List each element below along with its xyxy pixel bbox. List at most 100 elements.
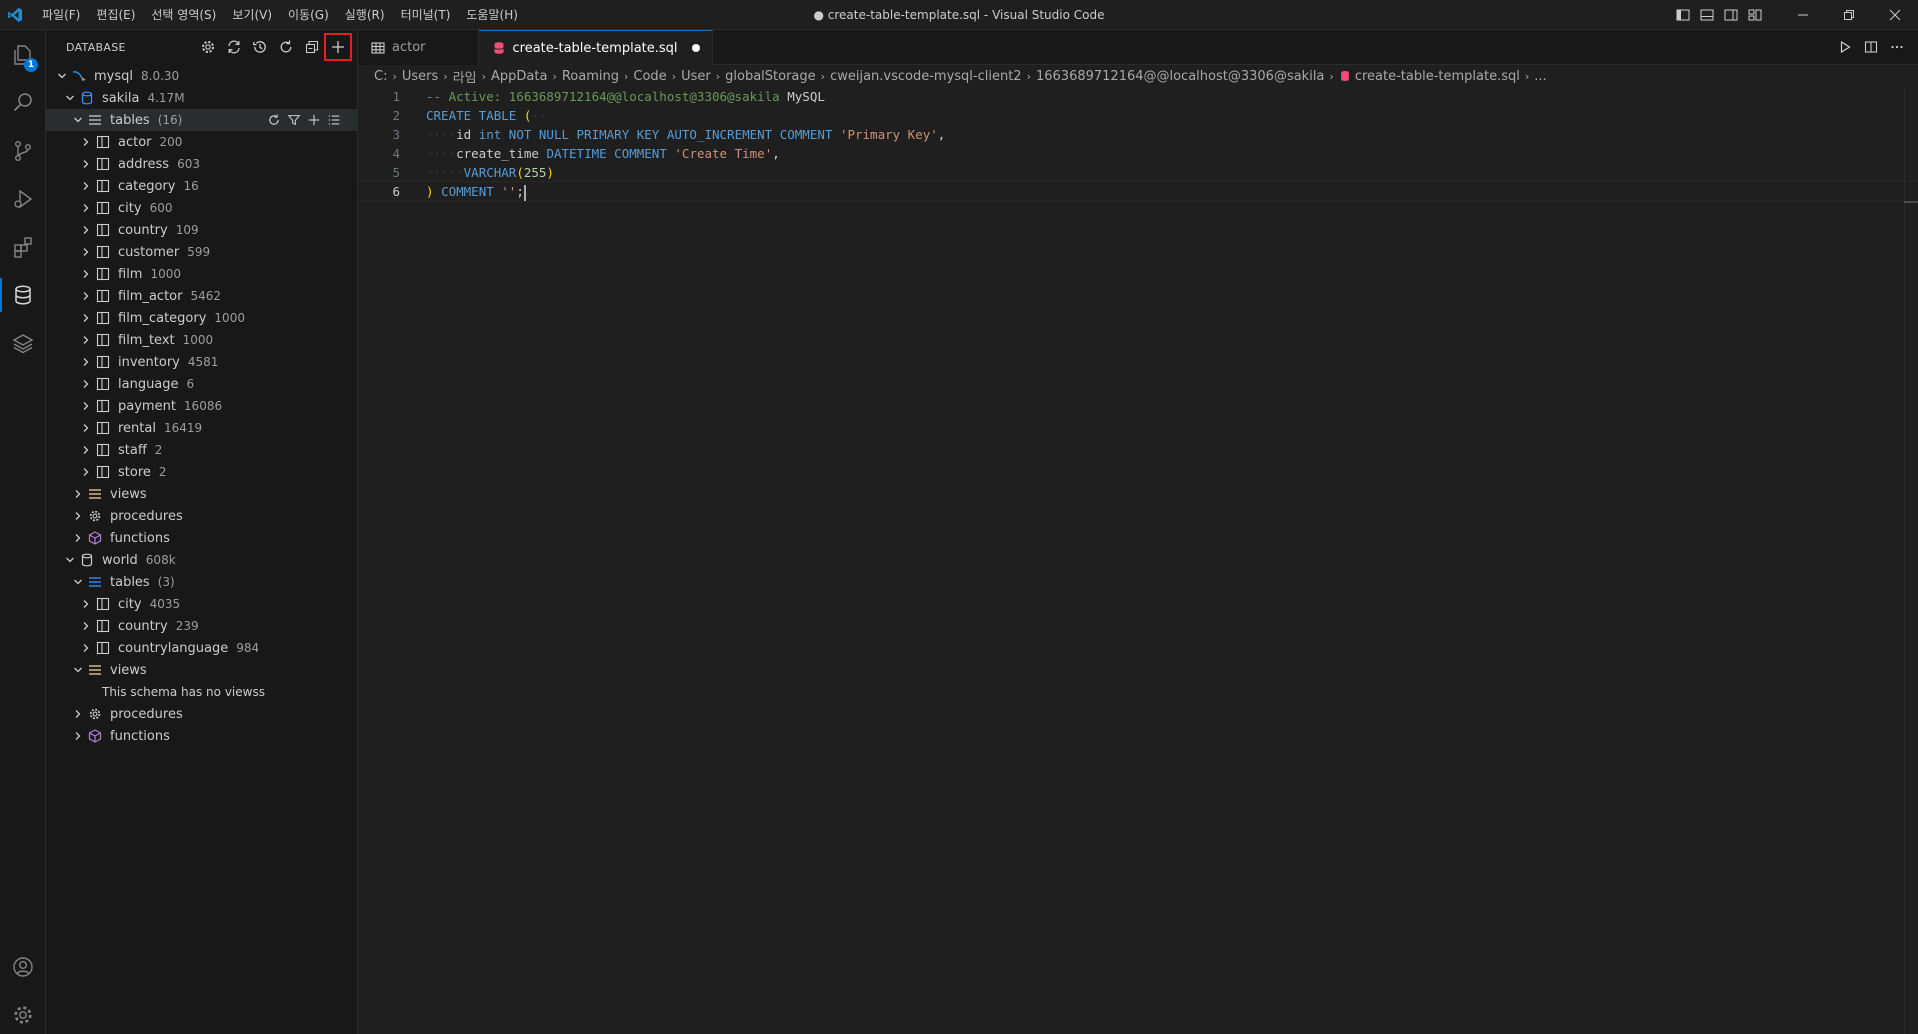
tree-table-city[interactable]: city 4035 <box>46 593 358 615</box>
tree-group-world-views[interactable]: views <box>46 659 358 681</box>
chevron-right-icon[interactable] <box>70 505 86 527</box>
tree-table-film[interactable]: film 1000 <box>46 263 358 285</box>
chevron-right-icon[interactable] <box>78 395 94 417</box>
menu-help[interactable]: 도움말(H) <box>458 0 526 30</box>
chevron-right-icon[interactable] <box>78 351 94 373</box>
tree-group-world-procedures[interactable]: procedures <box>46 703 358 725</box>
chevron-down-icon[interactable] <box>70 571 86 593</box>
tree-schema-sakila[interactable]: sakila 4.17M <box>46 87 358 109</box>
history-icon[interactable] <box>247 34 273 60</box>
minimize-icon[interactable] <box>1780 0 1826 30</box>
breadcrumb-item[interactable]: Code <box>633 69 666 84</box>
tree-table-inventory[interactable]: inventory 4581 <box>46 351 358 373</box>
chevron-right-icon[interactable] <box>78 263 94 285</box>
layers-icon[interactable] <box>0 320 46 366</box>
breadcrumb-item[interactable]: User <box>681 69 711 84</box>
tree-table-staff[interactable]: staff 2 <box>46 439 358 461</box>
tab-actor[interactable]: actor <box>358 30 479 65</box>
chevron-right-icon[interactable] <box>78 241 94 263</box>
chevron-right-icon[interactable] <box>78 153 94 175</box>
tree-table-store[interactable]: store 2 <box>46 461 358 483</box>
tree-table-film_category[interactable]: film_category 1000 <box>46 307 358 329</box>
tree-table-actor[interactable]: actor 200 <box>46 131 358 153</box>
tree-table-customer[interactable]: customer 599 <box>46 241 358 263</box>
chevron-right-icon[interactable] <box>78 307 94 329</box>
breadcrumb-item[interactable]: ... <box>1534 69 1546 84</box>
chevron-right-icon[interactable] <box>78 439 94 461</box>
collapse-all-icon[interactable] <box>299 34 325 60</box>
restore-icon[interactable] <box>1826 0 1872 30</box>
breadcrumb-item[interactable]: C: <box>374 69 387 84</box>
chevron-down-icon[interactable] <box>54 65 70 87</box>
run-play-icon[interactable] <box>1832 36 1858 58</box>
breadcrumb-item[interactable]: Roaming <box>562 69 619 84</box>
chevron-right-icon[interactable] <box>78 175 94 197</box>
breadcrumb-item[interactable]: globalStorage <box>725 69 816 84</box>
tree-table-city[interactable]: city 600 <box>46 197 358 219</box>
tree-group-sakila-functions[interactable]: functions <box>46 527 358 549</box>
chevron-right-icon[interactable] <box>70 725 86 747</box>
menu-terminal[interactable]: 터미널(T) <box>393 0 459 30</box>
chevron-right-icon[interactable] <box>78 219 94 241</box>
extensions-icon[interactable] <box>0 224 46 270</box>
add-connection-button[interactable] <box>324 33 352 61</box>
menu-go[interactable]: 이동(G) <box>280 0 337 30</box>
breadcrumb-item[interactable]: cweijan.vscode-mysql-client2 <box>830 69 1022 84</box>
menu-edit[interactable]: 편집(E) <box>88 0 143 30</box>
tree-group-world-functions[interactable]: functions <box>46 725 358 747</box>
customize-layout-icon[interactable] <box>1744 4 1766 26</box>
chevron-right-icon[interactable] <box>78 329 94 351</box>
breadcrumb-item[interactable]: Users <box>402 69 438 84</box>
tree-connection-mysql[interactable]: mysql 8.0.30 <box>46 65 358 87</box>
tree-table-film_actor[interactable]: film_actor 5462 <box>46 285 358 307</box>
chevron-right-icon[interactable] <box>78 417 94 439</box>
manage-gear-icon[interactable] <box>0 992 46 1034</box>
tree-table-countrylanguage[interactable]: countrylanguage 984 <box>46 637 358 659</box>
chevron-down-icon[interactable] <box>62 87 78 109</box>
database-icon[interactable] <box>0 272 46 318</box>
tree-group-world-tables[interactable]: tables (3) <box>46 571 358 593</box>
chevron-down-icon[interactable] <box>70 109 86 131</box>
tree-group-sakila-tables[interactable]: tables (16) <box>46 109 358 131</box>
chevron-right-icon[interactable] <box>78 615 94 637</box>
menu-selection[interactable]: 선택 영역(S) <box>143 0 224 30</box>
chevron-right-icon[interactable] <box>70 703 86 725</box>
toggle-secondary-sidebar-icon[interactable] <box>1720 4 1742 26</box>
breadcrumb-item[interactable]: create-table-template.sql <box>1355 69 1520 84</box>
more-actions-icon[interactable] <box>1884 36 1910 58</box>
chevron-right-icon[interactable] <box>78 637 94 659</box>
menu-view[interactable]: 보기(V) <box>224 0 280 30</box>
breadcrumb-item[interactable]: 1663689712164@@localhost@3306@sakila <box>1036 69 1324 84</box>
chevron-right-icon[interactable] <box>78 461 94 483</box>
source-control-icon[interactable] <box>0 128 46 174</box>
refresh-icon[interactable] <box>264 109 284 131</box>
sync-icon[interactable] <box>221 34 247 60</box>
chevron-right-icon[interactable] <box>70 483 86 505</box>
menu-file[interactable]: 파일(F) <box>34 0 88 30</box>
accounts-icon[interactable] <box>0 944 46 990</box>
close-window-icon[interactable] <box>1872 0 1918 30</box>
tree-table-film_text[interactable]: film_text 1000 <box>46 329 358 351</box>
toggle-panel-icon[interactable] <box>1696 4 1718 26</box>
chevron-right-icon[interactable] <box>78 197 94 219</box>
list-view-icon[interactable] <box>324 109 344 131</box>
chevron-right-icon[interactable] <box>78 593 94 615</box>
tree-table-rental[interactable]: rental 16419 <box>46 417 358 439</box>
chevron-down-icon[interactable] <box>70 659 86 681</box>
breadcrumb-item[interactable]: 라임 <box>453 67 477 86</box>
tree-table-payment[interactable]: payment 16086 <box>46 395 358 417</box>
tree-table-country[interactable]: country 109 <box>46 219 358 241</box>
editor-scrollbar[interactable] <box>1904 87 1918 1034</box>
chevron-right-icon[interactable] <box>78 131 94 153</box>
tree-table-country[interactable]: country 239 <box>46 615 358 637</box>
tree-group-sakila-procedures[interactable]: procedures <box>46 505 358 527</box>
tree-table-language[interactable]: language 6 <box>46 373 358 395</box>
tree-schema-world[interactable]: world 608k <box>46 549 358 571</box>
tree-table-category[interactable]: category 16 <box>46 175 358 197</box>
chevron-down-icon[interactable] <box>62 549 78 571</box>
settings-gear-icon[interactable] <box>195 34 221 60</box>
tree-table-address[interactable]: address 603 <box>46 153 358 175</box>
filter-icon[interactable] <box>284 109 304 131</box>
refresh-icon[interactable] <box>273 34 299 60</box>
code-editor[interactable]: 1 -- Active: 1663689712164@@localhost@33… <box>357 87 1918 202</box>
